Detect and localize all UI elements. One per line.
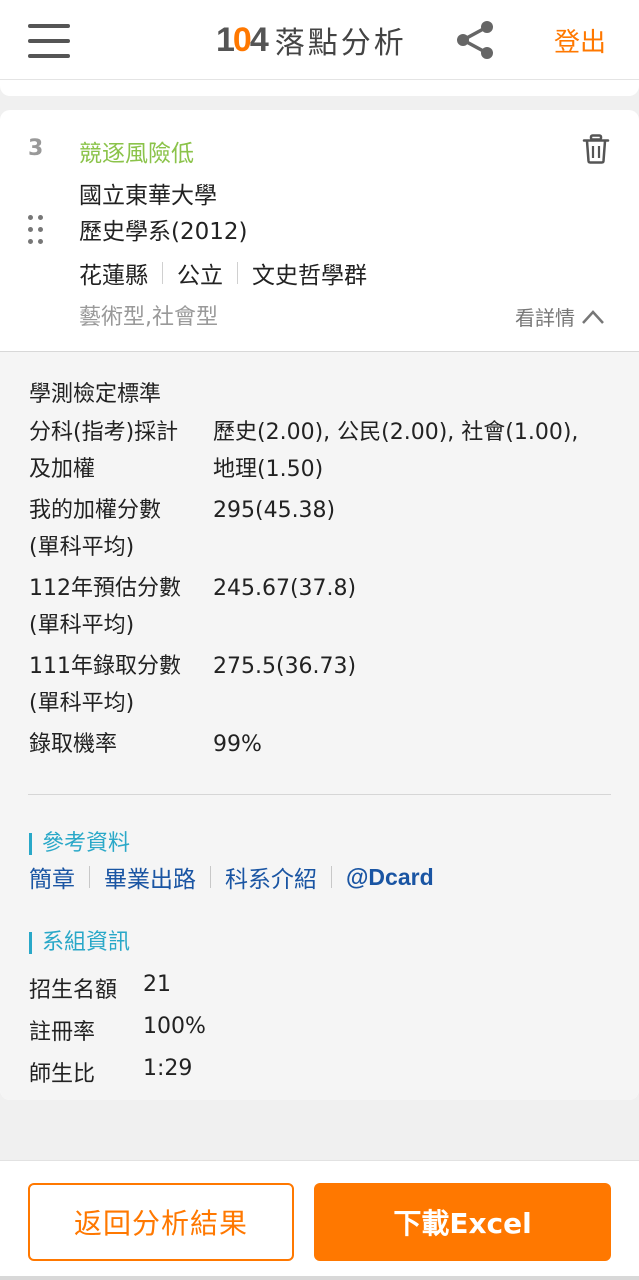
chevron-up-icon (582, 309, 604, 324)
tag-divider (162, 262, 163, 284)
admission-rate-label: 錄取機率 (29, 732, 118, 757)
tag-location: 花蓮縣 (79, 263, 148, 289)
quota-label: 招生名額 (29, 978, 118, 1003)
criteria-title: 學測檢定標準 (29, 382, 162, 407)
estimated-score-label: 112年預估分數 (單科平均) (29, 576, 181, 638)
quota-value: 21 (143, 972, 171, 997)
subject-weight-label: 分科(指考)採計 及加權 (29, 420, 179, 482)
tag-type: 公立 (177, 263, 223, 289)
my-score-label: 我的加權分數 (單科平均) (29, 498, 162, 560)
share-icon[interactable] (454, 18, 498, 62)
section-divider (28, 794, 611, 795)
school-tags: 花蓮縣 公立 文史哲學群 (79, 256, 367, 290)
bottom-action-bar: 返回分析結果 下載Excel (0, 1160, 639, 1280)
link-career[interactable]: 畢業出路 (104, 860, 196, 894)
app-title: 落點分析 (274, 26, 407, 61)
department-name: 歷史學系(2012) (79, 219, 248, 245)
admission-rate-value: 99% (213, 732, 262, 757)
subject-weight-value: 歷史(2.00), 公民(2.00), 社會(1.00), 地理(1.50) (213, 420, 579, 482)
tag-divider (237, 262, 238, 284)
link-dept-intro[interactable]: 科系介紹 (225, 860, 317, 894)
rank-number: 3 (28, 136, 44, 161)
risk-label: 競逐風險低 (79, 141, 194, 167)
back-to-results-button[interactable]: 返回分析結果 (28, 1183, 294, 1261)
detail-panel: 學測檢定標準 分科(指考)採計 及加權 歷史(2.00), 公民(2.00), … (0, 352, 639, 1100)
link-divider (210, 866, 211, 888)
logout-button[interactable]: 登出 (554, 22, 606, 59)
school-name: 國立東華大學 (79, 183, 217, 209)
dept-info-title: 系組資訊 (29, 932, 130, 954)
app-header: 104 落點分析 登出 (0, 0, 639, 80)
link-brochure[interactable]: 簡章 (29, 860, 75, 894)
estimated-score-value: 245.67(37.8) (213, 576, 357, 601)
bottom-edge (0, 1276, 639, 1280)
previous-card-edge (0, 80, 639, 96)
link-divider (331, 866, 332, 888)
admission-score-value: 275.5(36.73) (213, 654, 357, 679)
detail-toggle-button[interactable]: 看詳情 (515, 302, 605, 331)
link-divider (89, 866, 90, 888)
admission-score-label: 111年錄取分數 (單科平均) (29, 654, 181, 716)
teacher-ratio-value: 1:29 (143, 1056, 193, 1081)
app-logo: 104 落點分析 (216, 18, 407, 62)
download-excel-button[interactable]: 下載Excel (314, 1183, 611, 1261)
trash-icon[interactable] (582, 134, 610, 164)
personality-traits: 藝術型,社會型 (79, 305, 218, 330)
link-dcard[interactable]: @Dcard (346, 864, 434, 891)
hamburger-menu-icon[interactable] (28, 24, 72, 58)
teacher-ratio-label: 師生比 (29, 1062, 96, 1087)
registration-rate-value: 100% (143, 1014, 206, 1039)
reference-links: 簡章 畢業出路 科系介紹 @Dcard (29, 860, 434, 894)
my-score-value: 295(45.38) (213, 498, 336, 523)
reference-title: 參考資料 (29, 833, 130, 855)
logo-number: 104 (216, 20, 269, 59)
detail-toggle-label: 看詳情 (515, 306, 575, 330)
school-card: 3 競逐風險低 國立東華大學 歷史學系(2012) 花蓮縣 公立 文史哲學群 藝… (0, 110, 639, 1100)
drag-handle-icon[interactable] (28, 215, 44, 245)
tag-field: 文史哲學群 (252, 263, 367, 289)
registration-rate-label: 註冊率 (29, 1020, 96, 1045)
